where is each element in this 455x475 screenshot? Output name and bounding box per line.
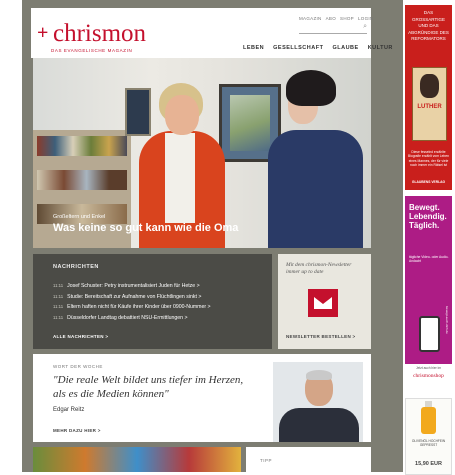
luther-book-ad[interactable]: DAS GROSSARTIGE UND DAS ABGRÜNDIGE DES R…: [405, 5, 452, 190]
news-link[interactable]: Studie: Bereitschaft zur Aufnahme von Fl…: [67, 294, 201, 300]
cross-logo-icon[interactable]: +: [37, 23, 48, 43]
tipp-heading: TIPP: [260, 458, 273, 463]
utility-link-magazin[interactable]: MAGAZIN: [299, 16, 322, 21]
ad-body-text: Diese fesselnd erzählte Biografie erzähl…: [407, 150, 450, 167]
nav-item-leben[interactable]: LEBEN: [243, 45, 264, 51]
product-ad[interactable]: OLIVENÖL HOCHFEIN GEPRESST 15,90 EUR: [405, 398, 452, 475]
utility-link-login[interactable]: LOGIN: [358, 16, 374, 21]
shop-caption: Jetzt auch hier im: [416, 366, 441, 370]
tipp-box: TIPP: [246, 447, 371, 472]
nav-item-kultur[interactable]: KULTUR: [368, 45, 393, 51]
hero-title[interactable]: Was keine so gut kann wie die Oma: [53, 222, 238, 234]
utility-nav: MAGAZIN ABO SHOP LOGIN: [299, 16, 373, 21]
quote-of-week: WORT DER WOCHE "Die reale Welt bildet un…: [33, 354, 371, 442]
hero-kicker: Großeltern und Enkel: [53, 214, 106, 220]
news-item[interactable]: 11:11 Eltern haften nicht für Käufe ihrer…: [53, 302, 265, 313]
newsletter-text: Mit dem chrismon-Newsletter immer up to …: [286, 262, 352, 276]
site-tagline: DAS EVANGELISCHE MAGAZIN: [51, 48, 133, 53]
ad-body-text: tägliche Video- oder Audio-Andacht: [409, 255, 449, 264]
news-item[interactable]: 11:11 Düsseldorfer Landtag debattiert NSU…: [53, 313, 265, 324]
all-news-link[interactable]: ALLE NACHRICHTEN >: [53, 334, 108, 339]
shop-banner[interactable]: Jetzt auch hier im chrismonshop: [405, 364, 452, 386]
news-time: 11:11: [53, 283, 64, 288]
news-item[interactable]: 11:11 Studie: Bereitschaft zur Aufnahme v…: [53, 292, 265, 303]
hero-teaser[interactable]: Großeltern und Enkel Was keine so gut ka…: [33, 58, 371, 248]
news-list: 11:11 Josef Schuster: Petry instrumentali…: [53, 281, 265, 323]
site-header: + chrismon DAS EVANGELISCHE MAGAZIN MAGA…: [31, 8, 392, 58]
author-photo: [273, 362, 363, 442]
granddaughter-figure: [258, 70, 368, 248]
shop-logo: chrismonshop: [413, 373, 444, 379]
ad-headline: Bewegt. Lebendig. Täglich.: [409, 203, 447, 231]
publisher-label: GLAUBENS VERLAG: [411, 180, 446, 184]
news-link[interactable]: Düsseldorfer Landtag debattiert NSU-Ermi…: [67, 315, 187, 321]
ad-headline: DAS GROSSARTIGE UND DAS ABGRÜNDIGE DES R…: [408, 10, 449, 42]
ad-url: bewegt-auch-dich.de: [445, 306, 449, 334]
search-icon[interactable]: ⌕: [363, 23, 367, 31]
news-time: 11:11: [53, 314, 64, 320]
nav-item-gesellschaft[interactable]: GESELLSCHAFT: [273, 45, 323, 51]
book-cover-image: LUTHER: [412, 67, 447, 141]
main-nav: LEBEN GESELLSCHAFT GLAUBE KULTUR: [243, 45, 393, 51]
book-title: LUTHER: [417, 104, 442, 110]
news-time: 11:11: [53, 293, 64, 299]
site-logo[interactable]: chrismon: [53, 21, 146, 46]
oil-bottle-icon: [421, 401, 436, 434]
news-link[interactable]: Eltern haften nicht für Käufe ihrer Kind…: [67, 304, 210, 310]
product-price: 15,90 EUR: [415, 461, 442, 467]
utility-link-abo[interactable]: ABO: [326, 16, 336, 21]
quote-more-link[interactable]: MEHR DAZU HIER >: [53, 428, 101, 433]
search-input[interactable]: ⌕: [299, 23, 367, 34]
nav-item-glaube[interactable]: GLAUBE: [332, 45, 358, 51]
andacht-ad[interactable]: Bewegt. Lebendig. Täglich. tägliche Vide…: [405, 196, 452, 386]
envelope-icon[interactable]: [308, 289, 338, 317]
news-link[interactable]: Josef Schuster: Petry instrumentalisiert…: [67, 283, 199, 289]
news-item[interactable]: 11:11 Josef Schuster: Petry instrumentali…: [53, 281, 265, 292]
utility-link-shop[interactable]: SHOP: [340, 16, 354, 21]
app-icons-teaser-image[interactable]: [33, 447, 241, 472]
news-time: 11:11: [53, 304, 64, 310]
product-name: OLIVENÖL HOCHFEIN GEPRESST: [411, 439, 446, 448]
quote-author: Edgar Reitz: [53, 407, 85, 413]
newsletter-box: Mit dem chrismon-Newsletter immer up to …: [278, 254, 371, 349]
news-heading: NACHRICHTEN: [53, 264, 99, 270]
quote-text[interactable]: "Die reale Welt bildet uns tiefer im Her…: [53, 374, 253, 402]
quote-heading: WORT DER WOCHE: [53, 364, 103, 369]
news-box: NACHRICHTEN 11:11 Josef Schuster: Petry i…: [33, 254, 272, 349]
smartphone-icon: [419, 316, 440, 352]
newsletter-subscribe-link[interactable]: NEWSLETTER BESTELLEN >: [286, 334, 355, 339]
